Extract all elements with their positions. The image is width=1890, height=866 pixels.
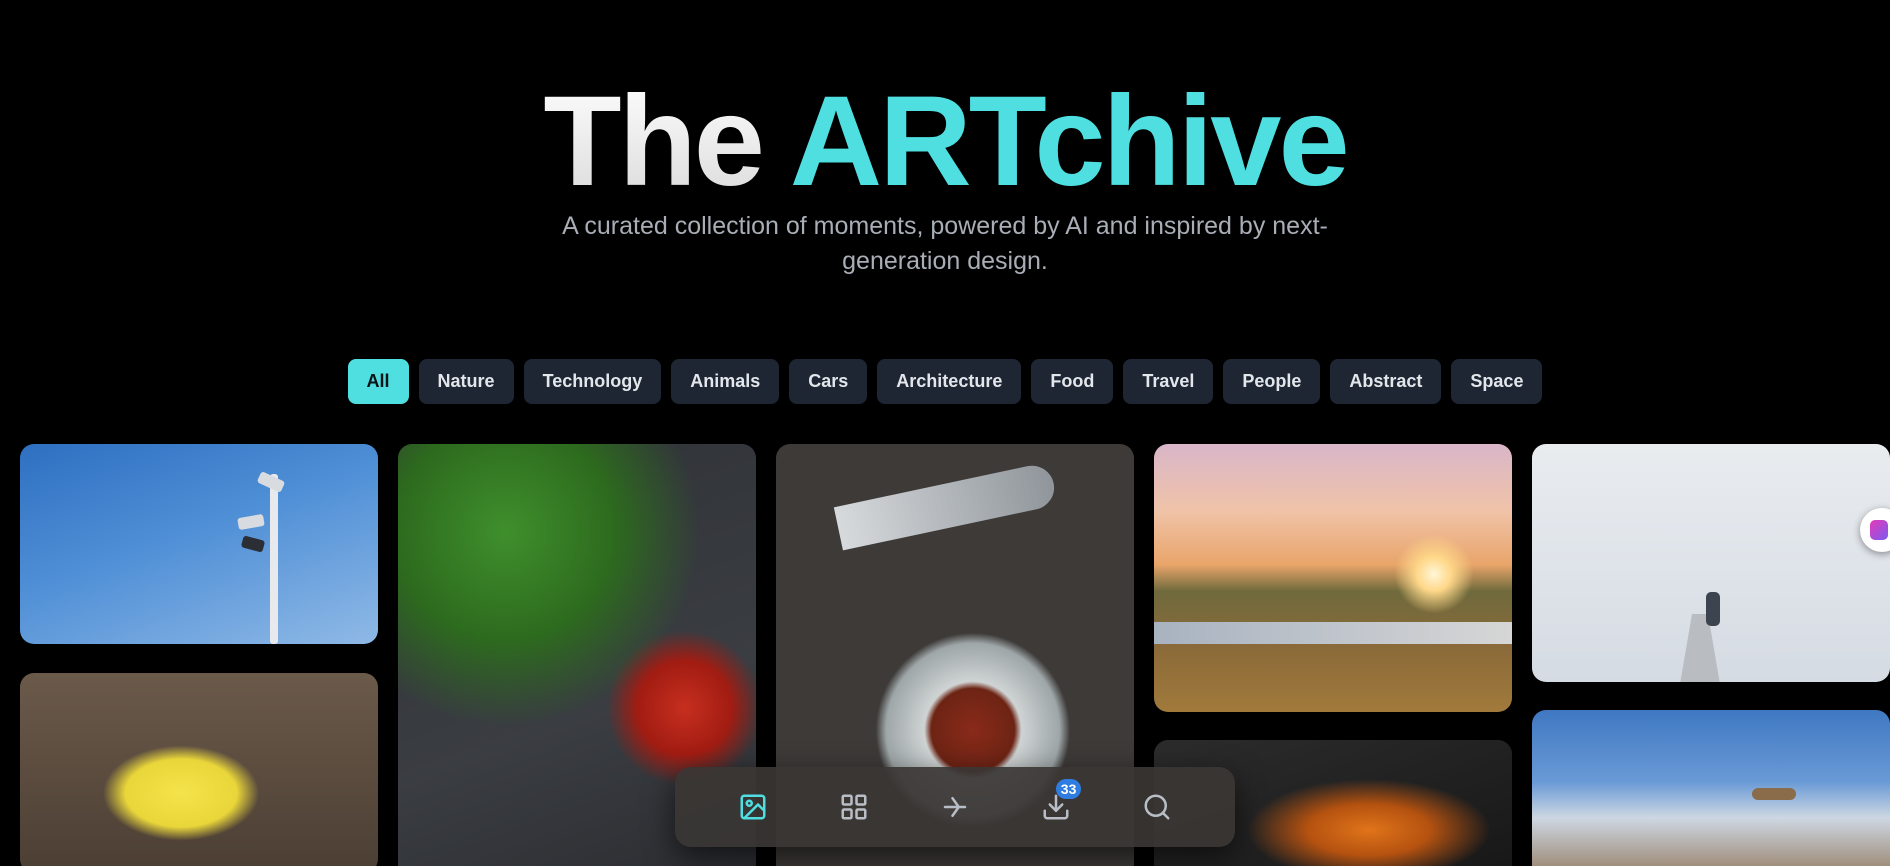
dock-search-button[interactable] [1133, 783, 1181, 831]
filter-chip-space[interactable]: Space [1451, 359, 1543, 404]
gallery-card-sunset-lake[interactable] [1154, 444, 1512, 712]
cowboy-hat [1752, 788, 1796, 800]
gallery-card-cowboy[interactable] [1532, 710, 1890, 866]
filter-chip-technology[interactable]: Technology [523, 359, 662, 404]
page-subtitle: A curated collection of moments, powered… [562, 212, 1328, 275]
person-figure [1706, 592, 1720, 626]
lake-band [1154, 622, 1512, 644]
dock-gallery-button[interactable] [729, 783, 777, 831]
filter-chip-food[interactable]: Food [1031, 359, 1114, 404]
image-icon [740, 794, 766, 820]
title-part-the: The [543, 70, 765, 213]
sun-glow [1394, 534, 1474, 614]
gallery-card-security-camera[interactable] [20, 444, 378, 644]
widget-logo-icon [1870, 520, 1888, 540]
airplane-icon [943, 797, 967, 817]
camera-shape [240, 535, 266, 553]
filter-bar: All Nature Technology Animals Cars Archi… [0, 359, 1890, 404]
dock-travel-button[interactable] [931, 783, 979, 831]
knife-shape [833, 461, 1059, 551]
filter-chip-architecture[interactable]: Architecture [877, 359, 1022, 404]
filter-chip-people[interactable]: People [1223, 359, 1321, 404]
gallery-card-foggy-pier[interactable] [1532, 444, 1890, 682]
dock-downloads-button[interactable]: 33 [1032, 779, 1082, 831]
downloads-count-badge: 33 [1055, 779, 1082, 799]
search-icon [1144, 794, 1170, 820]
gallery-card-duckling[interactable] [20, 673, 378, 866]
filter-chip-all[interactable]: All [347, 359, 409, 404]
camera-pole [270, 474, 278, 644]
camera-shape [237, 513, 265, 531]
title-part-artchive: ARTchive [789, 70, 1350, 213]
filter-chip-cars[interactable]: Cars [789, 359, 868, 404]
bottom-dock: 33 [675, 767, 1235, 847]
grid-icon [841, 794, 867, 820]
filter-chip-animals[interactable]: Animals [671, 359, 780, 404]
page-title: The ARTchive [0, 78, 1890, 206]
filter-chip-abstract[interactable]: Abstract [1330, 359, 1442, 404]
filter-chip-nature[interactable]: Nature [418, 359, 514, 404]
dock-grid-button[interactable] [830, 783, 878, 831]
filter-chip-travel[interactable]: Travel [1123, 359, 1214, 404]
